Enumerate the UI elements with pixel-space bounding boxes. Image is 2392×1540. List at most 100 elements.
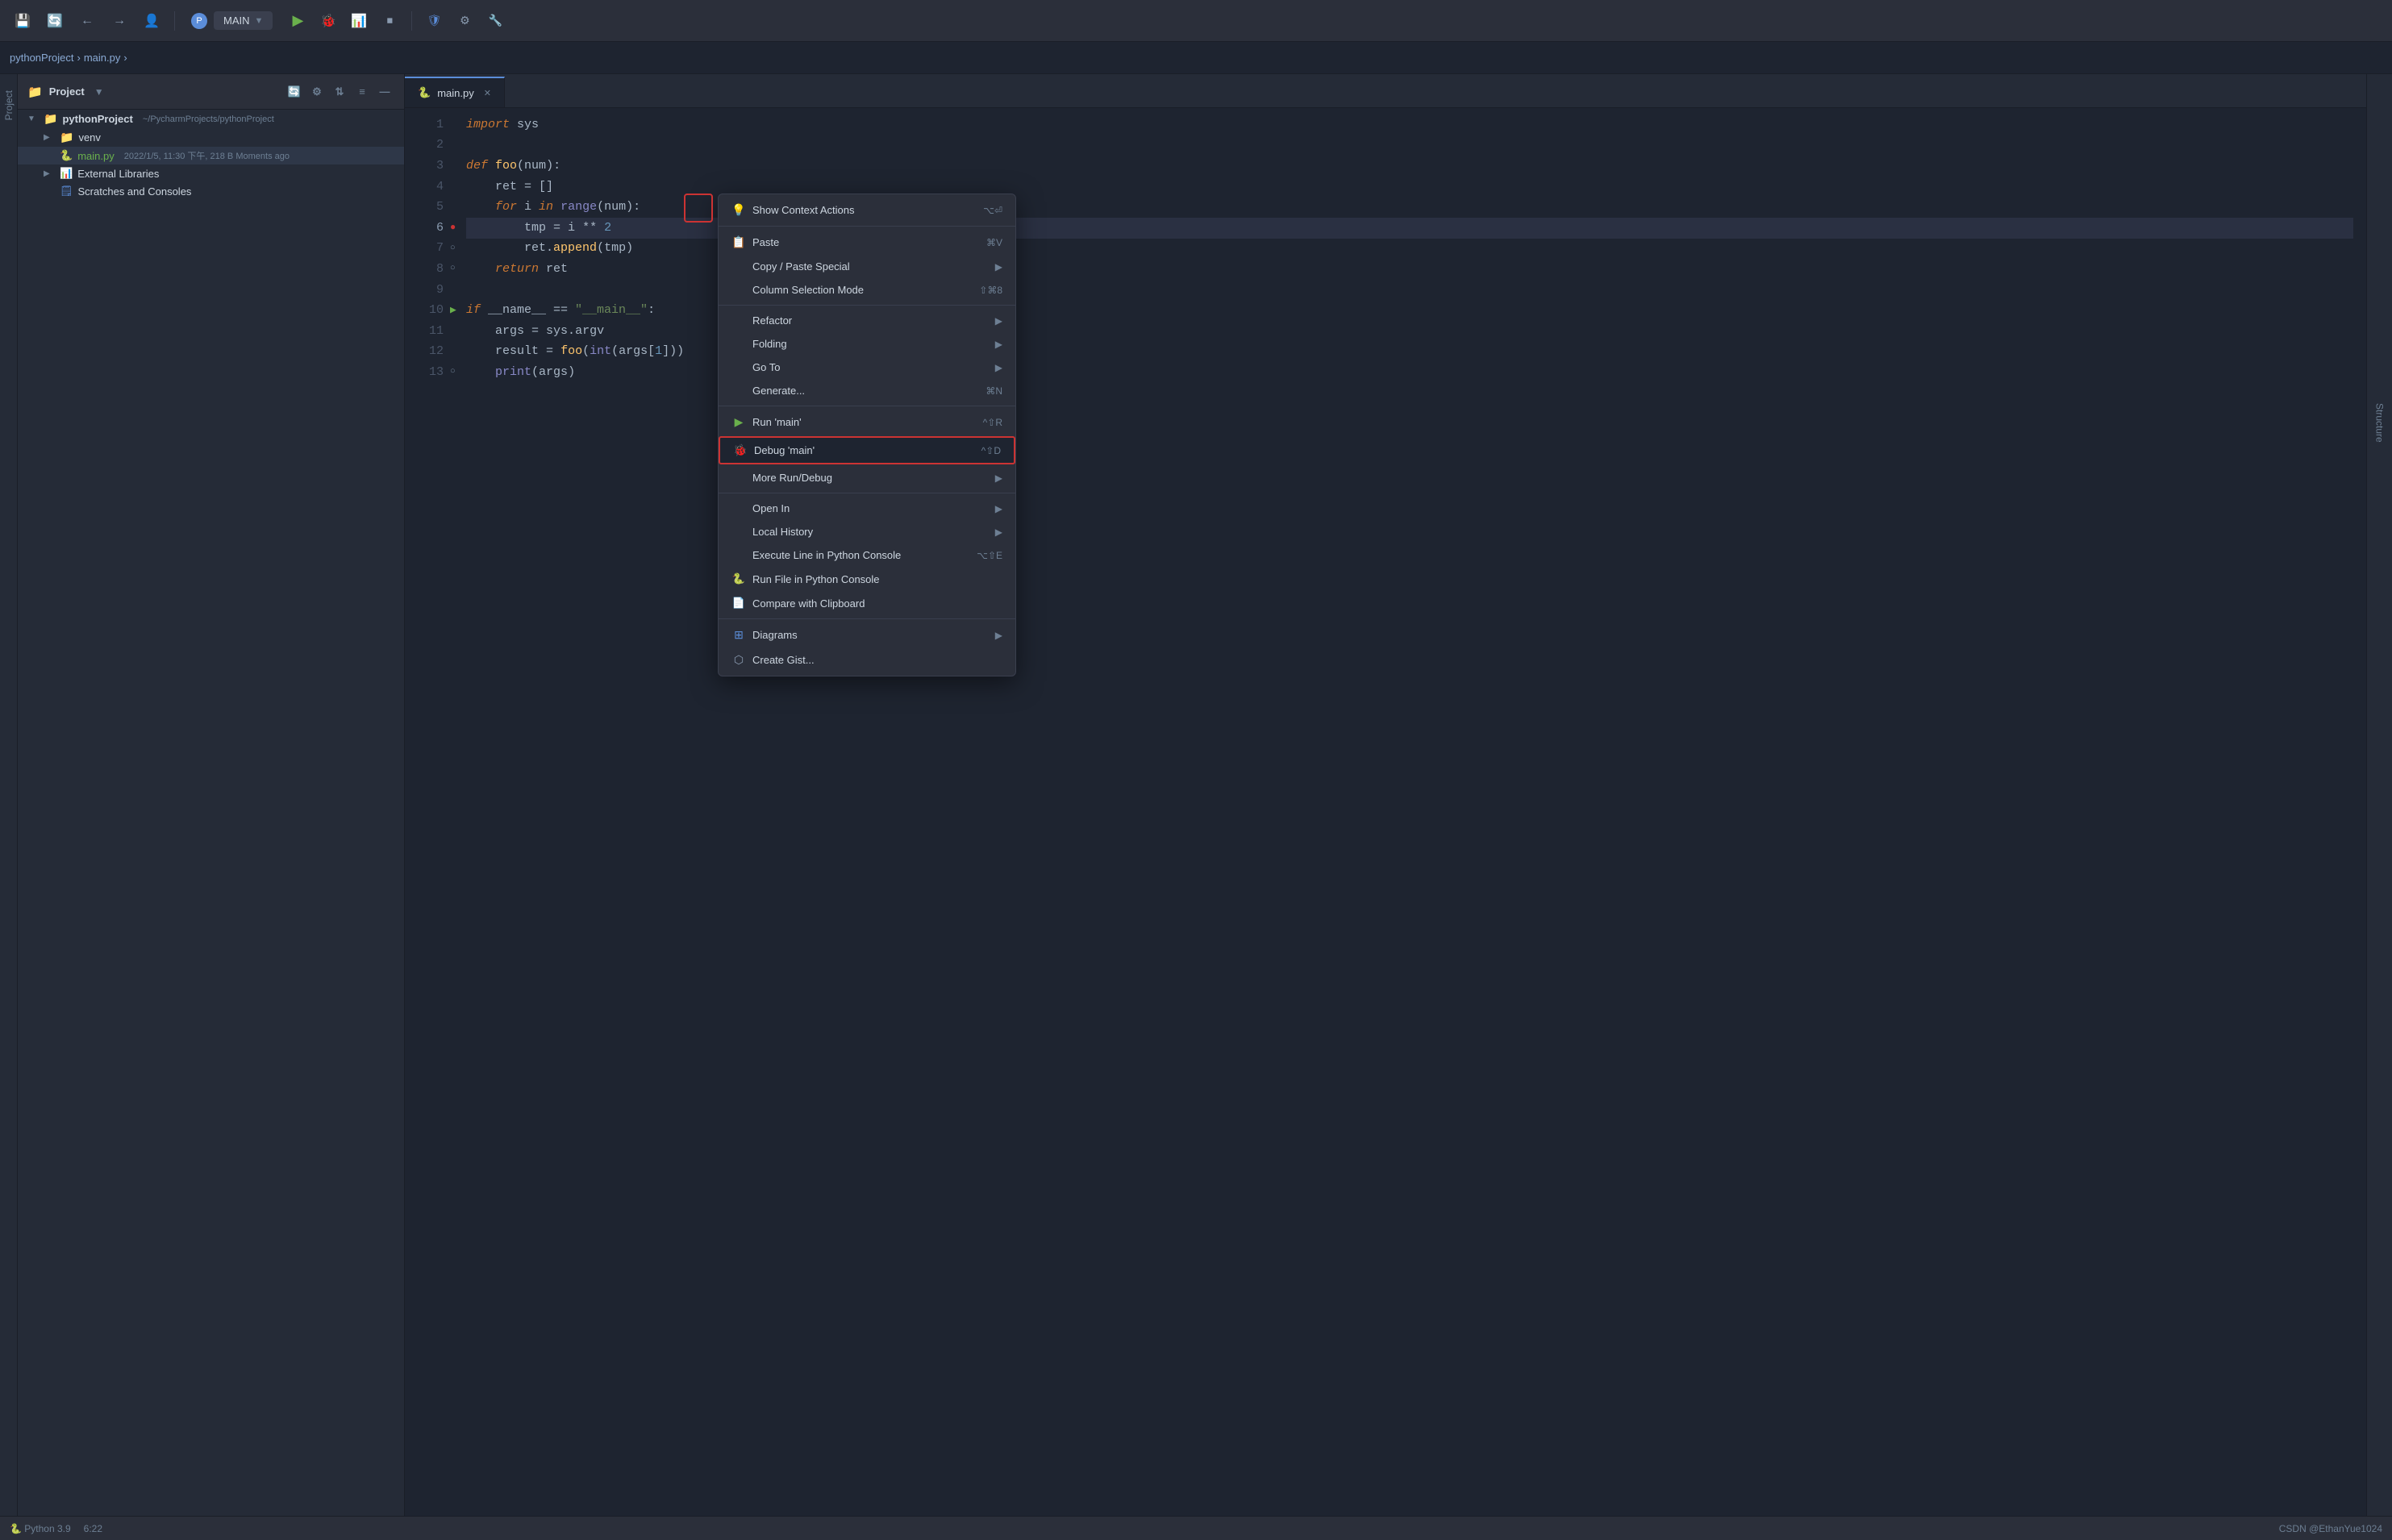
menu-item-execute-line[interactable]: Execute Line in Python Console ⌥⇧E	[719, 543, 1015, 567]
ext-lib-label: External Libraries	[77, 168, 159, 180]
tree-arrow-ext: ▶	[44, 169, 55, 178]
editor-area: 🐍 main.py ✕ 1 2 3 4 5 6 7 8 9 10 11 12 1…	[405, 74, 2366, 1540]
tab-file-icon: 🐍	[418, 86, 431, 99]
add-config-icon[interactable]: ⚙	[452, 9, 477, 33]
stop-button[interactable]: ⏹	[377, 9, 402, 33]
menu-item-column-selection[interactable]: Column Selection Mode ⇧⌘8	[719, 278, 1015, 302]
menu-item-run-file-python[interactable]: 🐍 Run File in Python Console	[719, 567, 1015, 591]
mainpy-name: main.py	[77, 150, 115, 162]
menu-item-execute-line-label: Execute Line in Python Console	[752, 549, 970, 561]
context-menu: 💡 Show Context Actions ⌥⏎ 📋 Paste ⌘V Cop…	[718, 194, 1016, 676]
menu-item-more-run-debug[interactable]: More Run/Debug ▶	[719, 466, 1015, 489]
menu-item-copy-paste-special[interactable]: Copy / Paste Special ▶	[719, 255, 1015, 278]
run-main-shortcut: ^⇧R	[983, 417, 1002, 428]
copy-paste-arrow: ▶	[995, 261, 1002, 273]
toolbar-icon-back[interactable]: ←	[74, 8, 100, 34]
sidebar-dropdown-icon[interactable]: ▼	[94, 86, 104, 98]
menu-item-run-main[interactable]: ▶ Run 'main' ^⇧R	[719, 410, 1015, 435]
breadcrumb-file[interactable]: main.py	[84, 52, 121, 64]
code-editor[interactable]: 1 2 3 4 5 6 7 8 9 10 11 12 13 import sys	[405, 108, 2366, 1540]
context-actions-icon: 💡	[731, 203, 746, 217]
tree-item-scratches[interactable]: 🗒 Scratches and Consoles	[18, 182, 404, 200]
status-right: CSDN @EthanYue1024	[2279, 1523, 2382, 1534]
tree-item-ext-libs[interactable]: ▶ 📊 External Libraries	[18, 164, 404, 182]
tab-mainpy[interactable]: 🐍 main.py ✕	[405, 77, 505, 107]
line-num-12: 12	[415, 342, 444, 363]
menu-item-generate[interactable]: Generate... ⌘N	[719, 379, 1015, 402]
sidebar-expand-icon[interactable]: ⇅	[330, 82, 349, 102]
tree-item-root[interactable]: ▼ 📁 pythonProject ~/PycharmProjects/pyth…	[18, 110, 404, 128]
menu-item-column-sel-label: Column Selection Mode	[752, 284, 973, 296]
line-num-11: 11	[415, 321, 444, 342]
structure-label[interactable]: Structure	[2371, 397, 2389, 449]
execute-line-shortcut: ⌥⇧E	[977, 550, 1002, 561]
run-config-selector[interactable]: P MAIN ▼	[191, 11, 273, 30]
toolbar-icon-sync[interactable]: 🔄	[42, 8, 68, 34]
line-gutter-7: ○	[450, 242, 456, 256]
diagrams-icon: ⊞	[731, 628, 746, 642]
sidebar-settings-icon[interactable]: ≡	[352, 82, 372, 102]
column-sel-shortcut: ⇧⌘8	[979, 285, 1002, 296]
status-line-col: 6:22	[84, 1523, 102, 1534]
toolbar: 💾 🔄 ← → 👤 P MAIN ▼ ▶ 🐞 📊 ⏹ 🛡 ⚙ 🔧	[0, 0, 2392, 42]
refactor-arrow: ▶	[995, 315, 1002, 327]
goto-arrow: ▶	[995, 362, 1002, 373]
sidebar-minimize-icon[interactable]: —	[375, 82, 394, 102]
debug-main-icon: 🐞	[733, 443, 748, 457]
menu-item-copy-paste-label: Copy / Paste Special	[752, 260, 986, 273]
menu-sep-4	[719, 618, 1015, 619]
menu-item-run-file-python-label: Run File in Python Console	[752, 573, 1002, 585]
line-num-6: 6	[415, 218, 444, 239]
menu-item-folding-label: Folding	[752, 338, 986, 350]
run-config-name[interactable]: MAIN ▼	[214, 11, 273, 30]
project-panel-tab[interactable]: Project	[0, 84, 18, 127]
sidebar-folder-icon: 📁	[27, 85, 43, 99]
tree-item-mainpy[interactable]: 🐍 main.py 2022/1/5, 11:30 下午, 218 B Mome…	[18, 147, 404, 164]
menu-item-create-gist[interactable]: ⬡ Create Gist...	[719, 647, 1015, 672]
menu-item-paste[interactable]: 📋 Paste ⌘V	[719, 230, 1015, 255]
left-panel-strip: Project	[0, 74, 18, 1540]
toolbar-separator-2	[411, 11, 412, 31]
line-num-5: 5	[415, 197, 444, 218]
menu-item-goto-label: Go To	[752, 361, 986, 373]
menu-item-compare-clipboard[interactable]: 📄 Compare with Clipboard	[719, 591, 1015, 615]
menu-item-show-context-actions[interactable]: 💡 Show Context Actions ⌥⏎	[719, 198, 1015, 223]
menu-item-open-in[interactable]: Open In ▶	[719, 497, 1015, 520]
coverage-icon[interactable]: 🛡	[422, 9, 446, 33]
line-num-3: 3	[415, 156, 444, 177]
tree-item-venv[interactable]: ▶ 📁 venv	[18, 128, 404, 147]
menu-item-refactor[interactable]: Refactor ▶	[719, 309, 1015, 332]
compare-clipboard-icon: 📄	[731, 597, 746, 610]
toolbar-icon-save[interactable]: 💾	[10, 8, 35, 34]
menu-item-run-main-label: Run 'main'	[752, 416, 977, 428]
open-in-arrow: ▶	[995, 503, 1002, 514]
toolbar-icon-user[interactable]: 👤	[139, 8, 165, 34]
menu-item-local-history[interactable]: Local History ▶	[719, 520, 1015, 543]
line-num-2: 2	[415, 135, 444, 156]
code-line-1: import sys	[466, 114, 2353, 135]
run-button[interactable]: ▶	[285, 9, 310, 33]
tab-name: main.py	[437, 87, 474, 99]
local-history-arrow: ▶	[995, 527, 1002, 538]
menu-item-debug-main[interactable]: 🐞 Debug 'main' ^⇧D	[719, 436, 1015, 464]
tree-arrow-venv: ▶	[44, 133, 55, 142]
run-with-coverage-button[interactable]: 📊	[347, 9, 371, 33]
status-project-name: 🐍 Python 3.9	[10, 1523, 71, 1534]
create-gist-icon: ⬡	[731, 653, 746, 667]
plugin-icon[interactable]: 🔧	[483, 9, 507, 33]
tab-close-icon[interactable]: ✕	[484, 88, 491, 98]
menu-item-local-history-label: Local History	[752, 526, 986, 538]
debug-button[interactable]: 🐞	[316, 9, 340, 33]
menu-item-folding[interactable]: Folding ▶	[719, 332, 1015, 356]
main-layout: Project 📁 Project ▼ 🔄 ⚙ ⇅ ≡ — ▼ 📁 python…	[0, 74, 2392, 1540]
menu-item-diagrams[interactable]: ⊞ Diagrams ▶	[719, 622, 1015, 647]
sidebar-sync-icon[interactable]: 🔄	[285, 82, 304, 102]
scratches-icon: 🗒	[60, 185, 73, 198]
sidebar-gear-icon[interactable]: ⚙	[307, 82, 327, 102]
breadcrumb-project[interactable]: pythonProject	[10, 52, 74, 64]
tree-arrow-root: ▼	[27, 114, 39, 123]
run-main-icon: ▶	[731, 415, 746, 429]
menu-item-goto[interactable]: Go To ▶	[719, 356, 1015, 379]
toolbar-icon-forward[interactable]: →	[106, 8, 132, 34]
menu-sep-0	[719, 226, 1015, 227]
